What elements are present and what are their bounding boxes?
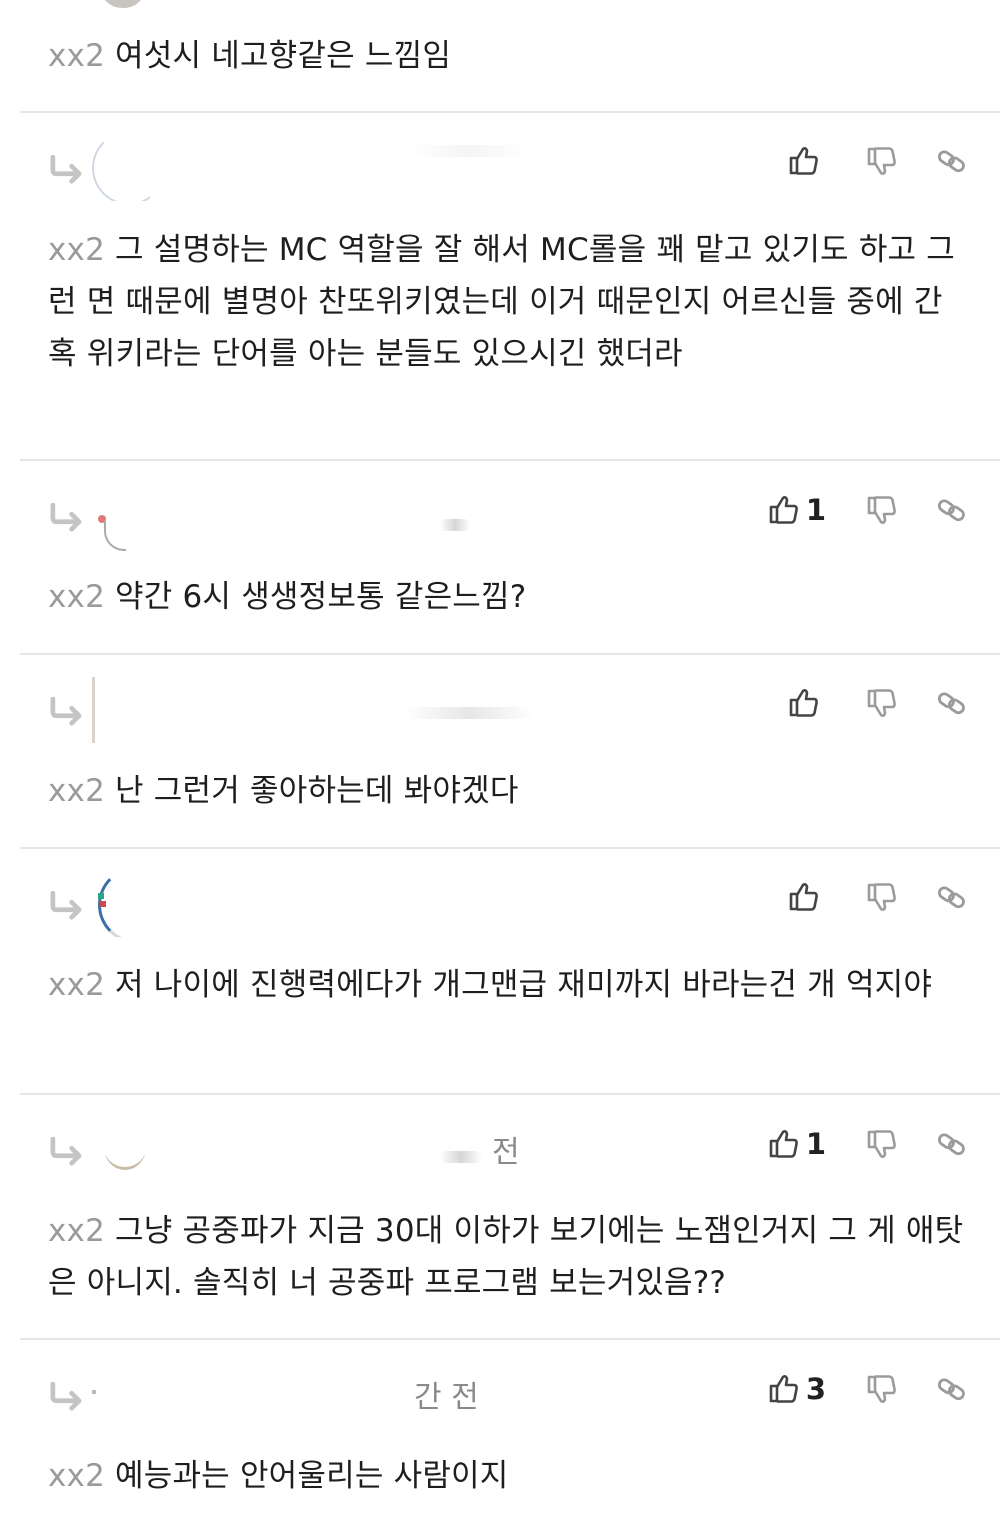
avatar bbox=[100, 0, 146, 8]
mention-tag[interactable]: xx2 bbox=[48, 38, 105, 74]
thumbs-down-icon bbox=[867, 689, 896, 717]
mention-tag[interactable]: xx2 bbox=[48, 579, 105, 615]
thumbs-down-icon bbox=[867, 496, 896, 524]
mention-tag[interactable]: xx2 bbox=[48, 1213, 105, 1249]
reply-item: xx2 난 그런거 좋아하는데 봐야겠다 bbox=[0, 655, 1000, 847]
comment-actions bbox=[762, 687, 968, 719]
comment-actions: 1 bbox=[742, 1127, 968, 1161]
thumbs-down-icon bbox=[867, 1375, 896, 1403]
thumbs-up-icon bbox=[789, 689, 818, 717]
thumbs-up-icon bbox=[789, 883, 818, 911]
comment-text: 그 설명하는 MC 역할을 잘 해서 MC롤을 꽤 맡고 있기도 하고 그런 면… bbox=[48, 232, 956, 372]
avatar[interactable] bbox=[90, 131, 150, 201]
comment-actions: 1 bbox=[742, 493, 968, 527]
comment-text: 예능과는 안어울리는 사람이지 bbox=[115, 1458, 509, 1494]
thumbs-up-icon bbox=[789, 147, 818, 175]
reply-arrow-icon bbox=[46, 155, 86, 185]
dislike-button[interactable] bbox=[866, 881, 898, 913]
author-name[interactable] bbox=[440, 1151, 482, 1163]
like-count: 1 bbox=[805, 1127, 826, 1161]
reply-item: 1 xx2 약간 6시 생생정보통 같은느낌? bbox=[0, 461, 1000, 653]
thumbs-up-icon bbox=[769, 1130, 798, 1158]
reply-arrow-icon bbox=[46, 697, 86, 727]
link-icon bbox=[936, 148, 967, 175]
comment-text: 저 나이에 진행력에다가 개그맨급 재미까지 바라는건 개 억지야 bbox=[115, 967, 933, 1003]
like-button[interactable] bbox=[788, 687, 826, 719]
comment-text: 여섯시 네고향같은 느낌임 bbox=[115, 38, 452, 74]
comment-body: xx2 난 그런거 좋아하는데 봐야겠다 bbox=[48, 765, 968, 817]
link-icon bbox=[936, 497, 967, 524]
like-button[interactable] bbox=[788, 145, 826, 177]
dislike-button[interactable] bbox=[866, 1128, 898, 1160]
link-icon bbox=[936, 1131, 967, 1158]
mention-tag[interactable]: xx2 bbox=[48, 1458, 105, 1494]
avatar[interactable] bbox=[90, 867, 150, 937]
like-count: 1 bbox=[805, 493, 826, 527]
link-icon bbox=[936, 1376, 967, 1403]
dislike-button[interactable] bbox=[866, 494, 898, 526]
avatar[interactable] bbox=[90, 491, 150, 551]
comment-body: xx2 약간 6시 생생정보통 같은느낌? bbox=[48, 571, 968, 623]
reply-item: xx2 저 나이에 진행력에다가 개그맨급 재미까지 바라는건 개 억지야 bbox=[0, 849, 1000, 1093]
comment-body: xx2 그냥 공중파가 지금 30대 이하가 보기에는 노잼인거지 그 게 애탓은… bbox=[48, 1205, 968, 1309]
avatar[interactable] bbox=[90, 1384, 150, 1404]
dislike-button[interactable] bbox=[866, 687, 898, 719]
like-button[interactable]: 1 bbox=[768, 493, 826, 527]
share-button[interactable] bbox=[936, 687, 968, 719]
link-icon bbox=[936, 690, 967, 717]
reply-item: 전 1 xx2 그냥 공중파가 지금 30대 이하가 보기에는 노잼인거지 그 게… bbox=[0, 1095, 1000, 1338]
share-button[interactable] bbox=[936, 1128, 968, 1160]
dislike-button[interactable] bbox=[866, 1373, 898, 1405]
comment-top-fragment: xx2 여섯시 네고향같은 느낌임 bbox=[0, 0, 1000, 112]
comment-actions bbox=[762, 145, 968, 177]
mention-tag[interactable]: xx2 bbox=[48, 232, 105, 268]
thumbs-down-icon bbox=[867, 1130, 896, 1158]
dislike-button[interactable] bbox=[866, 145, 898, 177]
reply-arrow-icon bbox=[46, 1137, 86, 1167]
reply-arrow-icon bbox=[46, 891, 86, 921]
comment-body: xx2 예능과는 안어울리는 사람이지 bbox=[48, 1450, 968, 1502]
reply-item: 간 전 3 xx2 예능과는 안어울리는 사람이지 bbox=[0, 1340, 1000, 1525]
share-button[interactable] bbox=[936, 881, 968, 913]
avatar[interactable] bbox=[90, 677, 150, 747]
comment-text: 그냥 공중파가 지금 30대 이하가 보기에는 노잼인거지 그 게 애탓은 아니… bbox=[48, 1213, 964, 1301]
share-button[interactable] bbox=[936, 145, 968, 177]
comment-body: xx2 저 나이에 진행력에다가 개그맨급 재미까지 바라는건 개 억지야 bbox=[48, 959, 968, 1011]
comment-text: 난 그런거 좋아하는데 봐야겠다 bbox=[115, 773, 519, 809]
author-name[interactable] bbox=[410, 145, 530, 157]
reply-item: xx2 그 설명하는 MC 역할을 잘 해서 MC롤을 꽤 맡고 있기도 하고 그… bbox=[0, 113, 1000, 459]
comment-body: xx2 여섯시 네고향같은 느낌임 bbox=[48, 30, 968, 82]
author-name[interactable] bbox=[440, 519, 470, 531]
comment-actions bbox=[762, 881, 968, 913]
share-button[interactable] bbox=[936, 1373, 968, 1405]
reply-arrow-icon bbox=[46, 503, 86, 533]
mention-tag[interactable]: xx2 bbox=[48, 773, 105, 809]
avatar[interactable] bbox=[90, 1155, 150, 1185]
comment-text: 약간 6시 생생정보통 같은느낌? bbox=[115, 579, 527, 615]
comment-body: xx2 그 설명하는 MC 역할을 잘 해서 MC롤을 꽤 맡고 있기도 하고 그… bbox=[48, 224, 968, 380]
thumbs-down-icon bbox=[867, 147, 896, 175]
share-button[interactable] bbox=[936, 494, 968, 526]
reply-arrow-icon bbox=[46, 1382, 86, 1412]
comment-time: 간 전 bbox=[414, 1380, 479, 1415]
like-button[interactable] bbox=[788, 881, 826, 913]
link-icon bbox=[936, 884, 967, 911]
comment-time: 전 bbox=[492, 1135, 520, 1170]
like-button[interactable]: 3 bbox=[768, 1372, 826, 1406]
like-button[interactable]: 1 bbox=[768, 1127, 826, 1161]
author-name[interactable] bbox=[405, 707, 535, 719]
thumbs-up-icon bbox=[769, 496, 798, 524]
thumbs-up-icon bbox=[769, 1375, 798, 1403]
comment-actions: 3 bbox=[742, 1372, 968, 1406]
mention-tag[interactable]: xx2 bbox=[48, 967, 105, 1003]
like-count: 3 bbox=[805, 1372, 826, 1406]
thumbs-down-icon bbox=[867, 883, 896, 911]
